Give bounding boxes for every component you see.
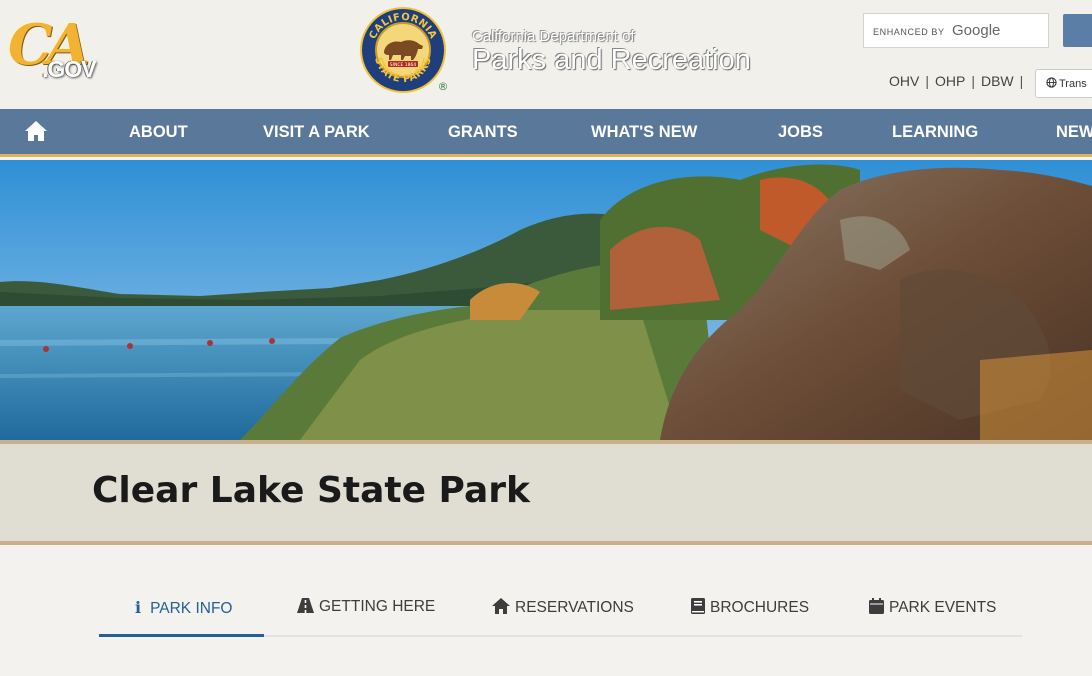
park-title-band: Clear Lake State Park	[0, 440, 1092, 545]
nav-whats-new[interactable]: WHAT'S NEW	[591, 123, 697, 142]
divider: |	[925, 73, 929, 89]
nav-about[interactable]: ABOUT	[129, 123, 188, 142]
calendar-icon	[869, 598, 884, 614]
nav-visit-a-park[interactable]: VISIT A PARK	[263, 123, 370, 142]
util-link-ohp[interactable]: OHP	[935, 73, 965, 89]
main-nav: ABOUT VISIT A PARK GRANTS WHAT'S NEW JOB…	[0, 109, 1092, 157]
book-icon	[691, 598, 705, 614]
tab-park-info[interactable]: i PARK INFO	[99, 598, 264, 637]
registered-mark: ®	[438, 80, 449, 93]
department-line-2: Parks and Recreation	[472, 44, 751, 76]
home-icon[interactable]	[24, 120, 48, 142]
tab-reservations[interactable]: RESERVATIONS	[492, 598, 634, 637]
nav-learning[interactable]: LEARNING	[892, 123, 978, 142]
home-icon	[492, 598, 510, 614]
park-tabs: i PARK INFO GETTING HERE RESERVATIONS BRO…	[99, 590, 1022, 637]
tab-label: GETTING HERE	[319, 598, 436, 615]
tab-label: PARK EVENTS	[889, 599, 997, 616]
hero-image	[0, 160, 1092, 440]
road-icon	[297, 598, 314, 613]
department-line-1: California Department of	[472, 28, 635, 45]
divider: |	[971, 73, 975, 89]
info-icon: i	[135, 598, 142, 617]
nav-news[interactable]: NEW	[1056, 123, 1092, 142]
page-title: Clear Lake State Park	[92, 470, 530, 511]
tab-brochures[interactable]: BROCHURES	[691, 598, 809, 637]
search-enhanced-by: ENHANCED BY	[873, 27, 945, 37]
department-name[interactable]: California Department of Parks and Recre…	[472, 28, 751, 77]
ca-logo-suffix: .GOV	[42, 56, 97, 82]
nav-jobs[interactable]: JOBS	[778, 123, 823, 142]
tab-park-events[interactable]: PARK EVENTS	[869, 598, 996, 637]
tab-label: RESERVATIONS	[515, 599, 634, 616]
tab-label: BROCHURES	[710, 599, 810, 616]
util-link-ohv[interactable]: OHV	[889, 73, 919, 89]
search-button[interactable]	[1063, 14, 1092, 47]
nav-grants[interactable]: GRANTS	[448, 123, 518, 142]
site-header: CA .GOV CALIFORNIA STATE PARKS SINCE 186…	[0, 0, 1092, 109]
translate-label: Trans	[1059, 78, 1087, 90]
search-input[interactable]: ENHANCED BY Google	[863, 13, 1049, 48]
state-parks-seal[interactable]: CALIFORNIA STATE PARKS SINCE 1864 ®	[357, 6, 449, 94]
park-name-rest: State Park	[316, 470, 530, 511]
divider: |	[1019, 73, 1024, 89]
seal-year: SINCE 1864	[390, 62, 417, 68]
globe-icon	[1046, 77, 1057, 88]
park-name-bold: Clear Lake	[92, 470, 305, 511]
ca-gov-logo[interactable]: CA .GOV	[6, 12, 106, 90]
tab-label: PARK INFO	[150, 600, 233, 617]
util-link-dbw[interactable]: DBW	[981, 73, 1014, 89]
search-google: Google	[952, 22, 1001, 39]
tab-getting-here[interactable]: GETTING HERE	[297, 598, 435, 637]
translate-button[interactable]: Trans	[1035, 69, 1092, 98]
utility-links: OHV | OHP | DBW |	[889, 73, 1029, 89]
